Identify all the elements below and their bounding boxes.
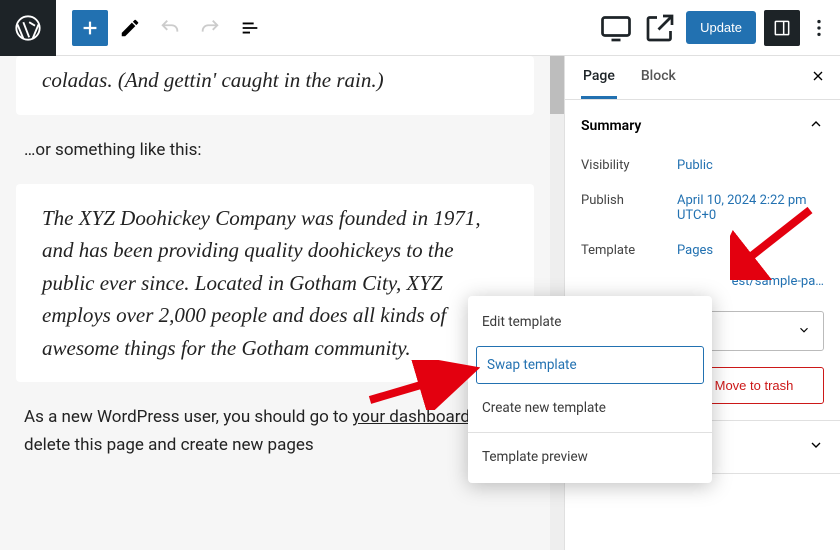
toolbar-left: [56, 10, 268, 46]
quote-text: The XYZ Doohickey Company was founded in…: [42, 202, 508, 365]
main-area: coladas. (And gettin' caught in the rain…: [0, 56, 840, 550]
top-toolbar: Update: [0, 0, 840, 56]
summary-heading[interactable]: Summary: [565, 100, 840, 152]
template-preview-item[interactable]: Template preview: [468, 437, 712, 477]
paragraph-block[interactable]: As a new WordPress user, you should go t…: [16, 404, 534, 478]
edit-mode-button[interactable]: [112, 10, 148, 46]
tab-block[interactable]: Block: [639, 68, 678, 99]
create-new-template-item[interactable]: Create new template: [468, 388, 712, 428]
swap-template-item[interactable]: Swap template: [476, 346, 704, 384]
toolbar-right: Update: [598, 10, 840, 46]
section-title: Summary: [581, 118, 641, 134]
document-overview-button[interactable]: [232, 10, 268, 46]
visibility-label: Visibility: [581, 158, 677, 173]
update-button[interactable]: Update: [686, 11, 756, 44]
template-label: Template: [581, 243, 677, 258]
undo-button[interactable]: [152, 10, 188, 46]
template-row: Template Pages: [565, 237, 840, 272]
quote-block[interactable]: The XYZ Doohickey Company was founded in…: [16, 184, 534, 383]
scrollbar-thumb[interactable]: [550, 56, 564, 114]
template-popover: Edit template Swap template Create new t…: [468, 296, 712, 483]
external-preview-button[interactable]: [642, 10, 678, 46]
visibility-value[interactable]: Public: [677, 158, 824, 173]
close-sidebar-button[interactable]: [810, 68, 826, 89]
redo-button[interactable]: [192, 10, 228, 46]
popover-divider: [468, 432, 712, 433]
wordpress-logo[interactable]: [0, 0, 56, 56]
publish-row: Publish April 10, 2024 2:22 pm UTC+0: [565, 187, 840, 237]
publish-value[interactable]: April 10, 2024 2:22 pm UTC+0: [677, 193, 824, 223]
visibility-row: Visibility Public: [565, 152, 840, 187]
add-block-button[interactable]: [72, 10, 108, 46]
quote-text: coladas. (And gettin' caught in the rain…: [42, 64, 508, 97]
quote-block[interactable]: coladas. (And gettin' caught in the rain…: [16, 56, 534, 115]
edit-template-item[interactable]: Edit template: [468, 302, 712, 342]
text-run: As a new WordPress user, you should go t…: [24, 407, 352, 427]
link-your-dashboard[interactable]: your dashboard: [352, 407, 470, 427]
more-options-button[interactable]: [808, 10, 830, 46]
tab-page[interactable]: Page: [581, 68, 617, 99]
publish-label: Publish: [581, 193, 677, 223]
device-preview-button[interactable]: [598, 10, 634, 46]
paragraph-block[interactable]: …or something like this:: [16, 137, 534, 184]
chevron-down-icon: [808, 437, 824, 457]
sidebar-tabs: Page Block: [565, 56, 840, 100]
chevron-up-icon: [808, 116, 824, 136]
settings-panel-toggle[interactable]: [764, 10, 800, 46]
template-value[interactable]: Pages: [677, 243, 824, 258]
chevron-down-icon: [797, 322, 811, 341]
